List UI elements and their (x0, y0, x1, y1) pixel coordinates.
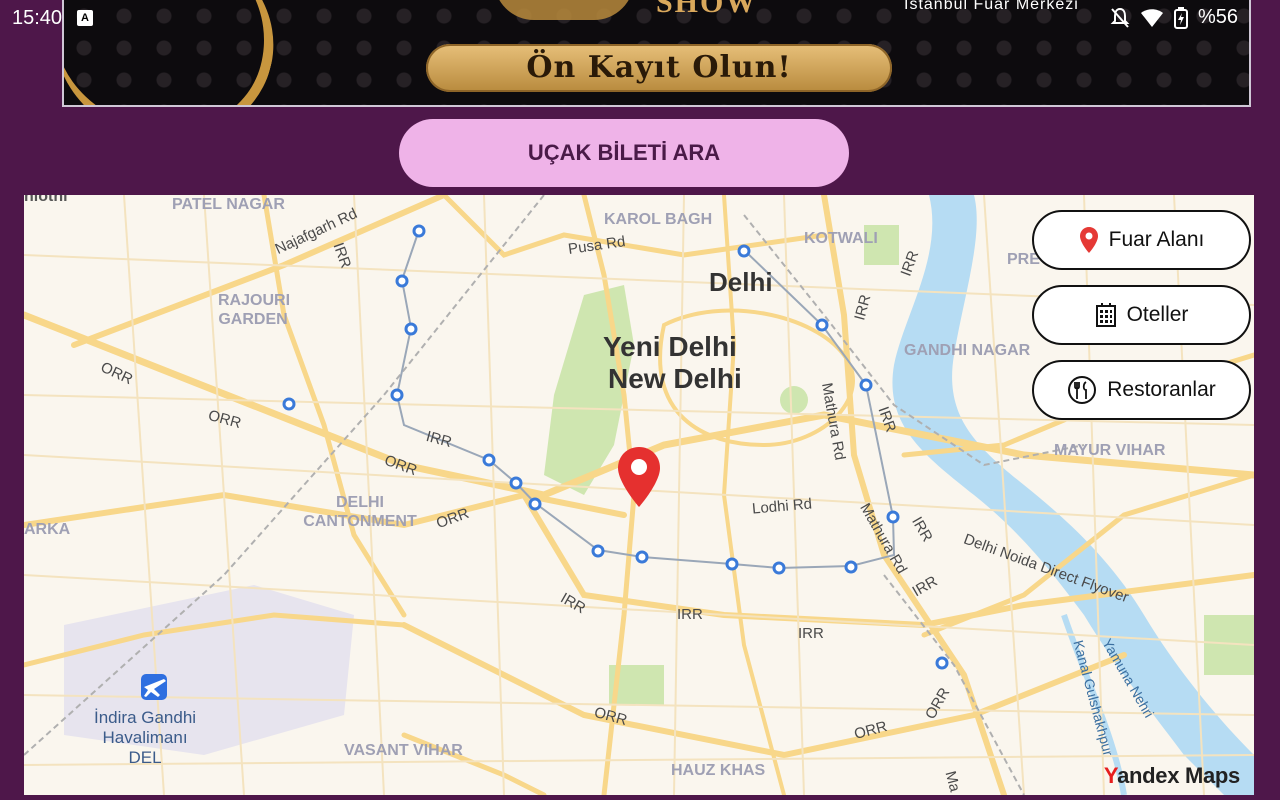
fair-area-label: Fuar Alanı (1108, 228, 1205, 251)
district-label-karol-bagh: KAROL BAGH (604, 211, 713, 228)
fork-knife-icon (1068, 376, 1097, 404)
district-label-hauz-khas: HAUZ KHAS (671, 762, 766, 779)
yandex-maps-logo[interactable]: Yandex Maps (1104, 763, 1240, 789)
banner-register-button[interactable]: Ön Kayıt Olun! (426, 44, 892, 92)
battery-charging-icon (1173, 6, 1188, 29)
district-label-rajouri-garden: RAJOURI GARDEN (218, 292, 291, 328)
district-label-patel-nagar: PATEL NAGAR (172, 196, 285, 213)
wifi-icon (1140, 8, 1163, 27)
district-label-arka: ARKA (24, 521, 71, 538)
city-label-delhi: Delhi (709, 267, 773, 297)
search-flight-button[interactable]: UÇAK BİLETİ ARA (399, 119, 849, 187)
status-right-group: %56 (1110, 6, 1238, 29)
font-app-icon: A (77, 10, 93, 26)
fair-area-button[interactable]: Fuar Alanı (1032, 210, 1251, 270)
yandex-logo-y: Y (1103, 763, 1118, 788)
restaurants-label: Restoranlar (1107, 378, 1216, 401)
yandex-logo-rest: andex Maps (1117, 763, 1240, 788)
district-label-gandhi-nagar: GANDHI NAGAR (904, 342, 1031, 359)
status-time: 15:40 (12, 7, 63, 29)
airport-label-name2: Havalimanı (102, 728, 188, 747)
road-label-irr-5: IRR (798, 625, 824, 642)
hotels-button[interactable]: Oteller (1032, 285, 1251, 345)
district-label-nlothi: nlothi (24, 195, 68, 205)
park-circle (780, 386, 808, 414)
hotel-building-icon (1095, 303, 1116, 327)
map-view[interactable]: PATEL NAGAR KAROL BAGH KOTWALI RAJOURI G… (24, 195, 1254, 795)
airport-label-code: DEL (128, 748, 162, 767)
airport-label: İndira Gandhi Havalimanı DEL (94, 708, 196, 768)
location-pin-icon[interactable] (616, 445, 662, 509)
district-label-delhi-cantonment: DELHI CANTONMENT (303, 494, 417, 530)
district-label-kotwali: KOTWALI (804, 230, 878, 247)
restaurants-button[interactable]: Restoranlar (1032, 360, 1251, 420)
district-label-mayur-vihar: MAYUR VIHAR (1054, 442, 1166, 459)
airport-label-name: İndira Gandhi (94, 708, 197, 727)
district-label-vasant-vihar: VASANT VIHAR (344, 742, 463, 759)
city-label-yeni-delhi: Yeni Delhi (603, 331, 737, 362)
battery-percent: %56 (1197, 6, 1238, 28)
status-bar: 15:40 A %56 (0, 0, 1280, 36)
city-label-new-delhi: New Delhi (608, 363, 742, 394)
bell-muted-icon (1110, 7, 1130, 28)
road-label-irr-4: IRR (677, 606, 703, 623)
location-pin-icon (1079, 227, 1098, 253)
hotels-label: Oteller (1126, 303, 1189, 326)
